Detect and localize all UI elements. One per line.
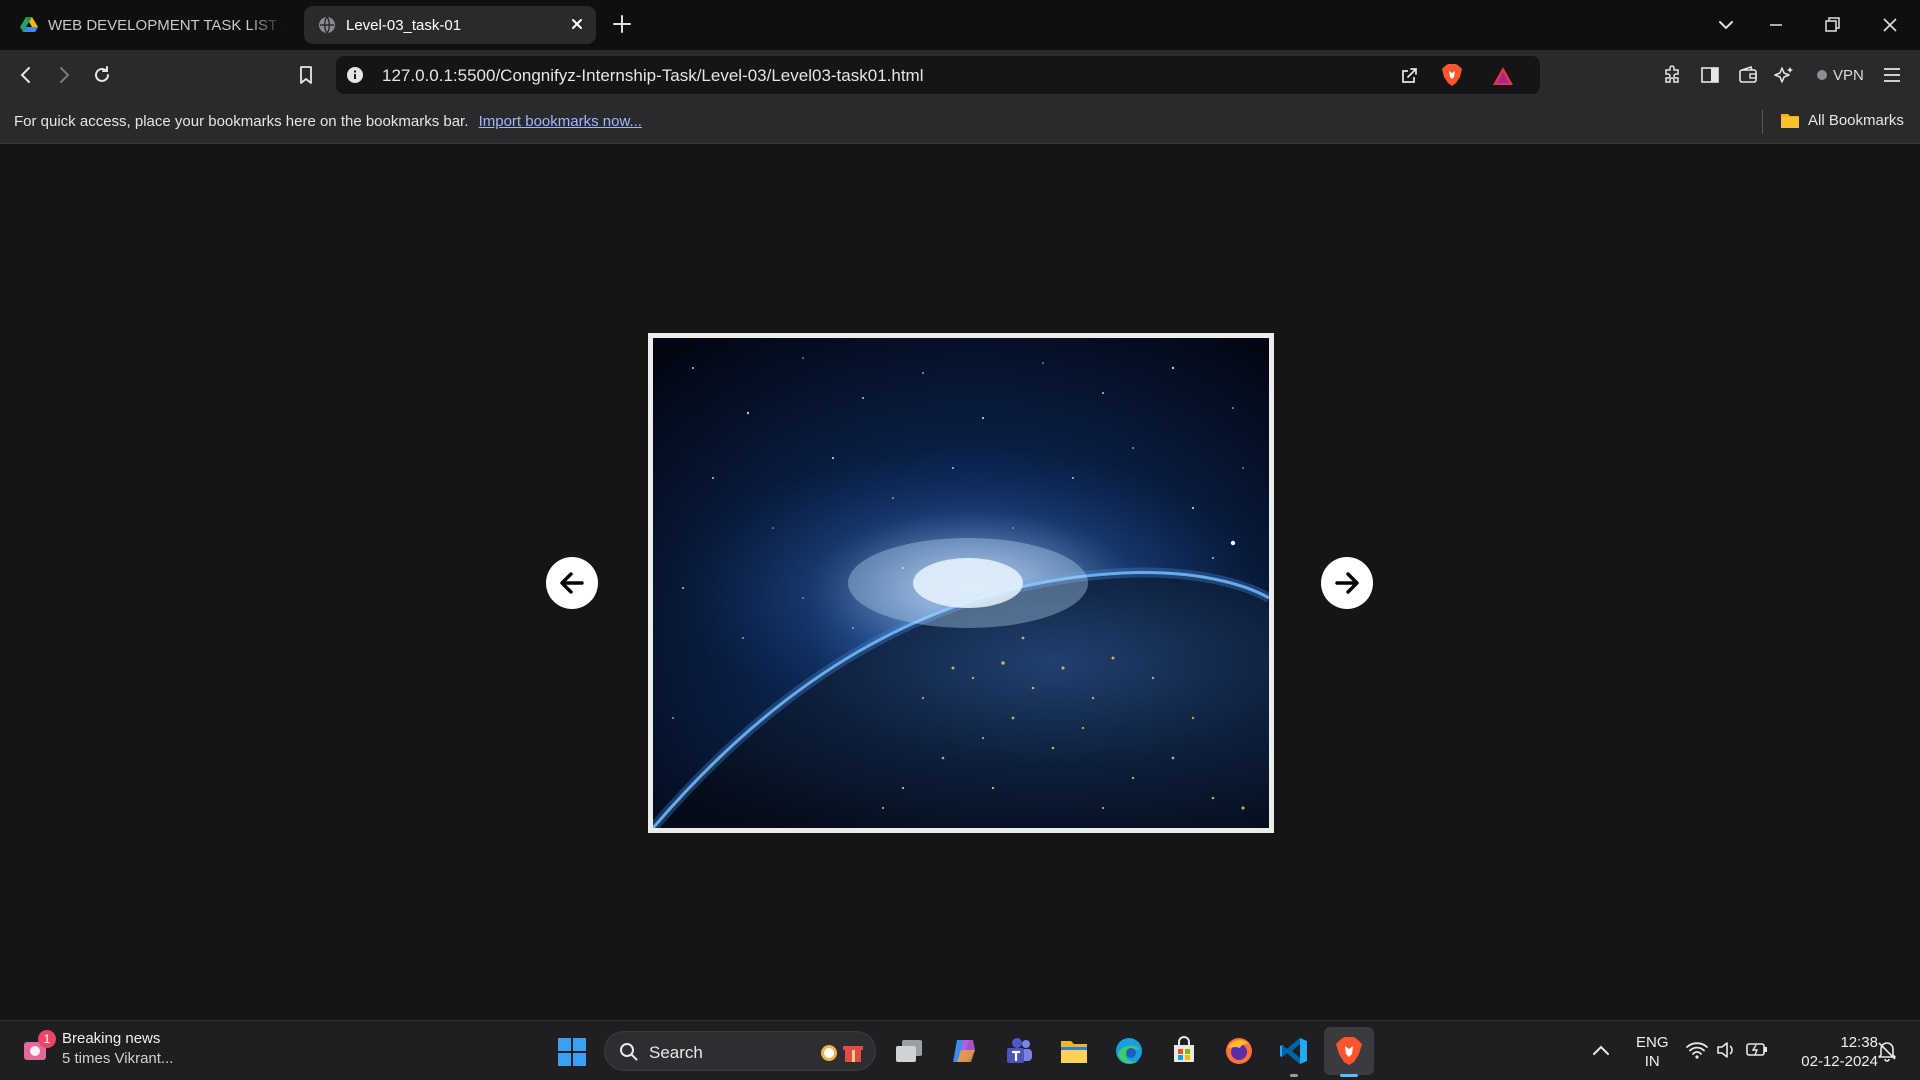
all-bookmarks-button[interactable]: All Bookmarks <box>1780 111 1904 129</box>
vpn-label: VPN <box>1833 66 1864 84</box>
bookmarks-hint: For quick access, place your bookmarks h… <box>14 113 642 130</box>
folder-icon <box>1780 111 1800 129</box>
wallet-icon[interactable] <box>1738 65 1758 85</box>
task-view-icon <box>894 1038 924 1064</box>
address-bar[interactable]: 127.0.0.1:5500/Congnifyz-Internship-Task… <box>336 56 1540 94</box>
microsoft-store-button[interactable] <box>1166 1033 1202 1069</box>
all-bookmarks-label: All Bookmarks <box>1808 111 1904 129</box>
search-icon <box>619 1042 639 1062</box>
tab-title: WEB DEVELOPMENT TASK LIST - Go <box>48 16 284 34</box>
brave-shields-icon[interactable] <box>1441 63 1463 87</box>
close-window-icon[interactable] <box>1880 15 1900 35</box>
menu-icon[interactable] <box>1882 65 1902 85</box>
language-code: ENG <box>1636 1034 1669 1051</box>
search-highlight-gift-icon <box>819 1041 865 1063</box>
forward-icon[interactable] <box>54 65 74 85</box>
google-drive-icon <box>20 17 38 33</box>
clock-date: 02-12-2024 <box>1801 1053 1878 1070</box>
reload-icon[interactable] <box>92 65 112 85</box>
copilot-icon <box>949 1036 979 1066</box>
news-title: Breaking news <box>62 1030 161 1047</box>
minimize-icon[interactable] <box>1766 15 1786 35</box>
vpn-status-icon <box>1817 70 1827 80</box>
arrow-right-icon <box>1331 567 1363 599</box>
bookmark-icon[interactable] <box>296 65 316 85</box>
restore-icon[interactable] <box>1822 15 1842 35</box>
slider-image-frame <box>648 333 1274 833</box>
clock-time: 12:38 <box>1840 1034 1878 1051</box>
earth-from-space-image <box>653 338 1269 828</box>
windows-start-icon[interactable] <box>557 1037 587 1067</box>
news-widget-icon: 1 <box>22 1030 56 1064</box>
tab-title: Level-03_task-01 <box>346 16 462 34</box>
import-bookmarks-link[interactable]: Import bookmarks now... <box>479 113 642 130</box>
news-subtitle: 5 times Vikrant... <box>62 1050 174 1067</box>
firefox-icon <box>1224 1036 1254 1066</box>
brave-browser-button[interactable] <box>1331 1033 1367 1077</box>
tab-web-development-task-list[interactable]: WEB DEVELOPMENT TASK LIST - Go <box>8 6 298 44</box>
brave-icon <box>1335 1036 1363 1066</box>
news-badge: 1 <box>38 1030 56 1048</box>
file-explorer-button[interactable] <box>1056 1033 1092 1069</box>
system-clock[interactable]: 12:38 02-12-2024 <box>1788 1033 1878 1071</box>
bookmarks-hint-text: For quick access, place your bookmarks h… <box>14 113 469 130</box>
copilot-button[interactable] <box>946 1033 982 1069</box>
language-region: IN <box>1644 1053 1660 1070</box>
tab-level-03-task-01[interactable]: Level-03_task-01 <box>304 6 596 44</box>
taskbar-search[interactable]: Search <box>604 1031 876 1071</box>
previous-slide-button[interactable] <box>546 557 598 609</box>
microsoft-store-icon <box>1169 1036 1199 1066</box>
arrow-left-icon <box>556 567 588 599</box>
wifi-icon[interactable] <box>1686 1041 1708 1059</box>
bookmarks-bar: For quick access, place your bookmarks h… <box>0 100 1920 144</box>
news-widget[interactable]: 1 Breaking news 5 times Vikrant... <box>22 1029 173 1069</box>
vscode-button[interactable] <box>1276 1033 1312 1077</box>
teams-icon <box>1004 1036 1034 1066</box>
page-viewport <box>0 145 1920 1020</box>
notification-bell-icon[interactable] <box>1876 1040 1898 1062</box>
show-hidden-icons-chevron-icon[interactable] <box>1592 1043 1610 1057</box>
firefox-button[interactable] <box>1221 1033 1257 1069</box>
site-info-icon[interactable] <box>346 66 364 84</box>
vscode-icon <box>1279 1036 1309 1066</box>
windows-taskbar: 1 Breaking news 5 times Vikrant... Searc… <box>0 1020 1920 1080</box>
back-icon[interactable] <box>16 65 36 85</box>
share-icon[interactable] <box>1400 65 1420 85</box>
close-tab-icon[interactable] <box>570 17 584 31</box>
browser-toolbar: 127.0.0.1:5500/Congnifyz-Internship-Task… <box>0 50 1920 100</box>
task-view-button[interactable] <box>891 1033 927 1069</box>
volume-icon[interactable] <box>1716 1041 1736 1059</box>
search-label: Search <box>649 1043 703 1062</box>
battery-icon[interactable] <box>1746 1041 1768 1057</box>
edge-button[interactable] <box>1111 1033 1147 1069</box>
next-slide-button[interactable] <box>1321 557 1373 609</box>
brave-rewards-icon[interactable] <box>1492 66 1514 86</box>
vpn-button[interactable]: VPN <box>1807 60 1874 90</box>
teams-button[interactable] <box>1001 1033 1037 1069</box>
extensions-icon[interactable] <box>1662 65 1682 85</box>
new-tab-icon[interactable] <box>611 13 633 35</box>
globe-icon <box>318 16 336 34</box>
leo-ai-icon[interactable] <box>1774 65 1796 85</box>
sidebar-icon[interactable] <box>1700 65 1720 85</box>
input-language-indicator[interactable]: ENG IN <box>1636 1033 1669 1071</box>
file-explorer-icon <box>1059 1037 1089 1065</box>
tab-search-chevron-icon[interactable] <box>1716 15 1736 35</box>
tab-strip: WEB DEVELOPMENT TASK LIST - Go Level-03_… <box>0 0 1920 50</box>
edge-icon <box>1114 1036 1144 1066</box>
bookmarks-separator <box>1762 110 1763 134</box>
url-text: 127.0.0.1:5500/Congnifyz-Internship-Task… <box>382 66 924 85</box>
